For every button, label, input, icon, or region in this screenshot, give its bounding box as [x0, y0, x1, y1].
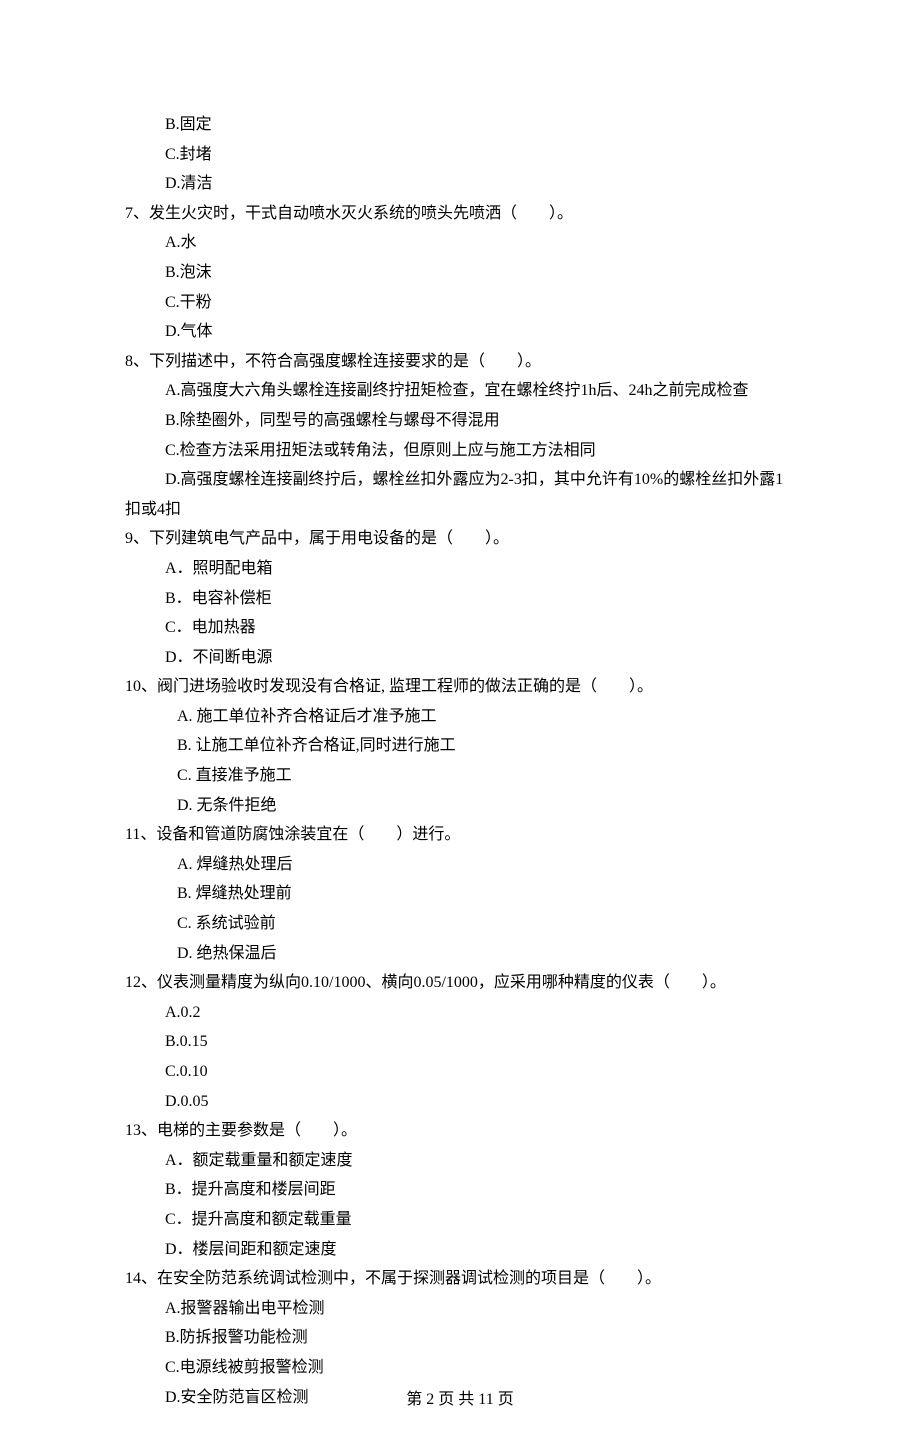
- q8-option-c: C.检查方法采用扭矩法或转角法，但原则上应与施工方法相同: [125, 436, 795, 466]
- q10-stem: 10、阀门进场验收时发现没有合格证, 监理工程师的做法正确的是（ ）。: [125, 672, 795, 702]
- q11-option-d: D. 绝热保温后: [125, 939, 795, 969]
- q10-option-a: A. 施工单位补齐合格证后才准予施工: [125, 702, 795, 732]
- page-footer: 第 2 页 共 11 页: [0, 1385, 920, 1415]
- q13-stem: 13、电梯的主要参数是（ ）。: [125, 1116, 795, 1146]
- q12-option-a: A.0.2: [125, 998, 795, 1028]
- q14-option-a: A.报警器输出电平检测: [125, 1294, 795, 1324]
- q11-option-b: B. 焊缝热处理前: [125, 879, 795, 909]
- q8-stem: 8、下列描述中，不符合高强度螺栓连接要求的是（ ）。: [125, 347, 795, 377]
- q6-option-c: C.封堵: [125, 140, 795, 170]
- q7-option-d: D.气体: [125, 317, 795, 347]
- q12-stem: 12、仪表测量精度为纵向0.10/1000、横向0.05/1000，应采用哪种精…: [125, 968, 795, 998]
- q14-stem: 14、在安全防范系统调试检测中，不属于探测器调试检测的项目是（ ）。: [125, 1264, 795, 1294]
- q9-option-a: A．照明配电箱: [125, 554, 795, 584]
- q8-option-b: B.除垫圈外，同型号的高强螺栓与螺母不得混用: [125, 406, 795, 436]
- q12-option-b: B.0.15: [125, 1027, 795, 1057]
- q10-option-d: D. 无条件拒绝: [125, 791, 795, 821]
- q9-option-c: C．电加热器: [125, 613, 795, 643]
- q9-option-b: B．电容补偿柜: [125, 584, 795, 614]
- q11-option-a: A. 焊缝热处理后: [125, 850, 795, 880]
- q14-option-b: B.防拆报警功能检测: [125, 1323, 795, 1353]
- q14-option-c: C.电源线被剪报警检测: [125, 1353, 795, 1383]
- q10-option-c: C. 直接准予施工: [125, 761, 795, 791]
- q7-option-c: C.干粉: [125, 288, 795, 318]
- q11-option-c: C. 系统试验前: [125, 909, 795, 939]
- q11-stem: 11、设备和管道防腐蚀涂装宜在（ ）进行。: [125, 820, 795, 850]
- q7-stem: 7、发生火灾时，干式自动喷水灭火系统的喷头先喷洒（ ）。: [125, 199, 795, 229]
- q9-stem: 9、下列建筑电气产品中，属于用电设备的是（ ）。: [125, 524, 795, 554]
- q13-option-c: C．提升高度和额定载重量: [125, 1205, 795, 1235]
- q6-option-b: B.固定: [125, 110, 795, 140]
- q6-option-d: D.清洁: [125, 169, 795, 199]
- q12-option-c: C.0.10: [125, 1057, 795, 1087]
- q10-option-b: B. 让施工单位补齐合格证,同时进行施工: [125, 731, 795, 761]
- q13-option-d: D．楼层间距和额定速度: [125, 1235, 795, 1265]
- q9-option-d: D．不间断电源: [125, 643, 795, 673]
- q8-option-d-line2: 扣或4扣: [125, 495, 795, 525]
- q7-option-a: A.水: [125, 228, 795, 258]
- q12-option-d: D.0.05: [125, 1087, 795, 1117]
- q8-option-d-line1: D.高强度螺栓连接副终拧后，螺栓丝扣外露应为2-3扣，其中允许有10%的螺栓丝扣…: [125, 465, 795, 495]
- q13-option-a: A．额定载重量和额定速度: [125, 1146, 795, 1176]
- q7-option-b: B.泡沫: [125, 258, 795, 288]
- q13-option-b: B．提升高度和楼层间距: [125, 1175, 795, 1205]
- q8-option-a: A.高强度大六角头螺栓连接副终拧扭矩检查，宜在螺栓终拧1h后、24h之前完成检查: [125, 376, 795, 406]
